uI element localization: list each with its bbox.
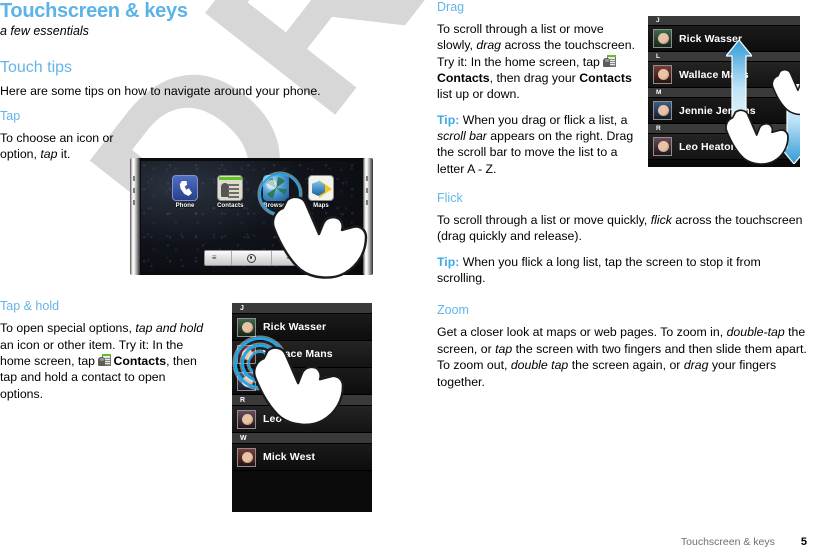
tap-hold-italic: tap and hold: [135, 321, 204, 336]
avatar: [653, 65, 672, 84]
zoom-italic-3: double tap: [510, 358, 569, 373]
drag-tip-italic: scroll bar: [437, 129, 487, 144]
figure-contacts-tap-hold: J Rick Wasser Wallace Mans Jennie Jenkin…: [232, 303, 372, 512]
home-icon[interactable]: [246, 253, 256, 263]
drag-body: To scroll through a list or move slowly,…: [437, 21, 642, 103]
contacts-section-header: L: [648, 52, 800, 62]
avatar: [653, 101, 672, 120]
home-app-contacts[interactable]: Contacts: [210, 175, 250, 209]
phone-right-rail: [363, 158, 373, 275]
contacts-icon: [603, 54, 617, 68]
flick-part1: To scroll through a list or move quickly…: [437, 213, 651, 228]
contact-row[interactable]: Rick Wasser: [648, 26, 800, 52]
figure-home-screen-tap: Phone Contacts Browser Maps ≡ ≡: [130, 158, 373, 282]
contact-name: Leo Heaton: [263, 413, 322, 425]
section-heading-touch-tips: Touch tips: [0, 59, 73, 76]
subsection-heading-zoom: Zoom: [437, 303, 469, 318]
flick-spacer: [437, 295, 817, 303]
tap-body-italic: tap: [40, 146, 58, 161]
footer-chapter-title: Touchscreen & keys: [680, 536, 775, 548]
contacts-section-header: R: [648, 124, 800, 134]
page-subtitle: a few essentials: [0, 24, 89, 38]
zoom-part1: Get a closer look at maps or web pages. …: [437, 325, 727, 340]
tap-body: To choose an icon or option, tap it.: [0, 130, 120, 163]
home-app-label: Maps: [313, 203, 329, 209]
contact-name: Leo Heaton: [679, 140, 738, 153]
drag-tip-part1: When you drag or flick a list, a: [459, 112, 628, 127]
page-number: 5: [800, 536, 807, 548]
contact-row[interactable]: Leo Heaton: [648, 134, 800, 160]
subsection-heading-drag: Drag: [437, 0, 465, 14]
flick-body: To scroll through a list or move quickly…: [437, 212, 812, 245]
contacts-list[interactable]: J Rick Wasser L Wallace Mans M Jennie Je…: [648, 16, 800, 167]
tap-hold-body: To open special options, tap and hold an…: [0, 320, 205, 402]
drag-part4: list up or down.: [437, 87, 520, 102]
contacts-section-header: J: [232, 303, 372, 314]
home-app-label: Contacts: [217, 203, 244, 209]
zoom-italic-2: tap: [495, 341, 513, 356]
phone-bezel: Phone Contacts Browser Maps ≡ ≡: [130, 158, 373, 275]
phone-icon: [172, 175, 198, 201]
tap-hold-highlight-ring-inner: [248, 351, 272, 375]
drag-contacts-bold-2: Contacts: [579, 71, 632, 86]
drag-part3: , then drag your: [489, 71, 580, 86]
maps-icon: [307, 175, 334, 201]
contacts-list[interactable]: J Rick Wasser Wallace Mans Jennie Jenkin…: [232, 303, 372, 512]
tap-hold-contacts-bold: Contacts: [113, 353, 167, 368]
contacts-section-header: R: [232, 395, 372, 406]
avatar: [237, 409, 256, 429]
tip-label: Tip:: [437, 254, 460, 269]
phone-left-rail: [130, 158, 140, 275]
avatar: [237, 317, 256, 337]
flick-tip-text: When you flick a long list, tap the scre…: [437, 254, 761, 286]
home-app-maps[interactable]: Maps: [301, 175, 341, 209]
contacts-section-header: M: [648, 88, 800, 98]
avatar: [653, 137, 672, 156]
contact-row[interactable]: Jennie Jenkins: [648, 98, 800, 124]
contact-row[interactable]: Mick West: [232, 444, 372, 471]
figure-contacts-drag: J Rick Wasser L Wallace Mans M Jennie Je…: [648, 16, 800, 167]
page-footer: Touchscreen & keys 5: [0, 532, 817, 550]
tap-highlight-ring: [259, 173, 301, 215]
phone-screen: Phone Contacts Browser Maps ≡ ≡: [141, 161, 362, 272]
divider: [270, 251, 272, 265]
drag-spacer: [437, 177, 817, 191]
zoom-italic-4: drag: [683, 358, 709, 373]
drag-up-arrow-icon: [726, 40, 752, 126]
home-app-label: Phone: [175, 203, 195, 209]
subsection-heading-flick: Flick: [437, 191, 463, 206]
contact-row[interactable]: Wallace Mans: [648, 62, 800, 88]
drag-tip-first-lines: Tip: When you drag or flick a list, a sc…: [437, 112, 642, 177]
drag-contacts-bold-1: Contacts: [437, 71, 490, 86]
home-screen-app-row: Phone Contacts Browser Maps: [165, 175, 341, 209]
tap-hold-part1: To open special options,: [0, 321, 136, 336]
flick-tip: Tip: When you flick a long list, tap the…: [437, 254, 812, 287]
avatar: [237, 447, 256, 467]
soft-key-bar: ≡ ≡: [203, 250, 300, 266]
zoom-body: Get a closer look at maps or web pages. …: [437, 324, 812, 389]
contacts-section-header: J: [648, 16, 800, 26]
avatar: [653, 29, 672, 48]
page-title: Touchscreen & keys: [0, 0, 188, 22]
tap-body-part2: it.: [57, 146, 71, 161]
drag-italic: drag: [476, 38, 502, 53]
manual-page: DRAFT Touchscreen & keys a few essential…: [0, 0, 817, 558]
flick-italic: flick: [650, 213, 672, 228]
menu-icon[interactable]: ≡: [212, 254, 217, 262]
scroll-bar-handle[interactable]: [781, 84, 796, 103]
contacts-icon: [217, 175, 244, 201]
subsection-heading-tap: Tap: [0, 108, 21, 123]
home-app-phone[interactable]: Phone: [165, 175, 205, 209]
zoom-italic-1: double-tap: [726, 325, 785, 340]
zoom-part4: the screen again, or: [568, 358, 684, 373]
contact-row[interactable]: Leo Heaton: [232, 406, 372, 433]
contacts-section-header: W: [232, 433, 372, 444]
contacts-icon: [98, 353, 112, 367]
contact-name: Mick West: [263, 451, 316, 463]
divider: [231, 251, 233, 265]
touch-tips-intro: Here are some tips on how to navigate ar…: [0, 84, 321, 99]
back-icon[interactable]: ≡: [286, 254, 291, 262]
tip-label: Tip:: [437, 112, 460, 127]
contact-name: Rick Wasser: [263, 321, 327, 333]
